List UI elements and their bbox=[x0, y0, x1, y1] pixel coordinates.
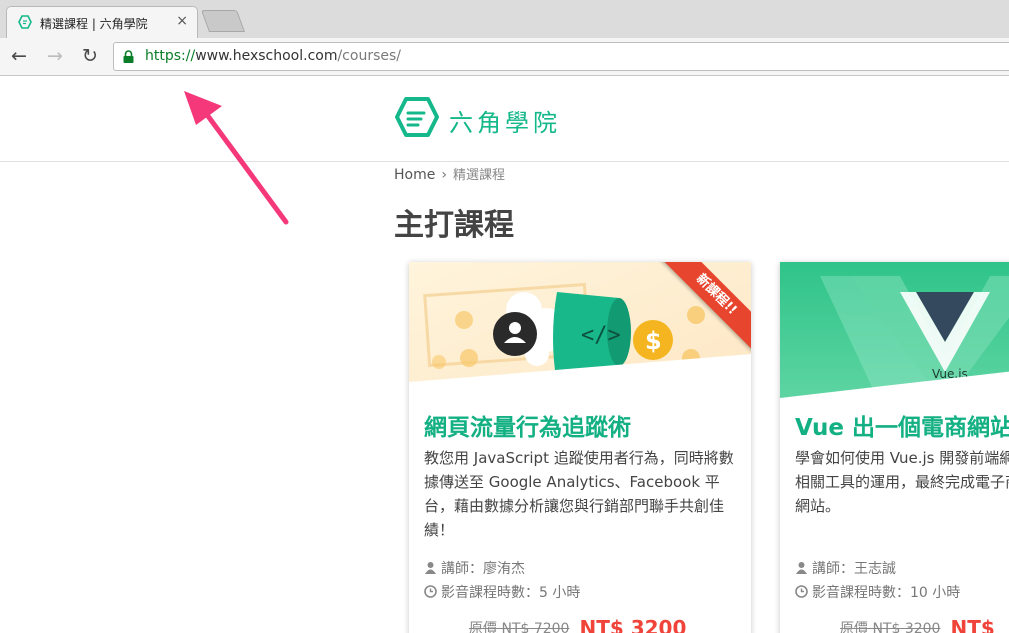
annotation-arrow-icon bbox=[184, 91, 289, 225]
